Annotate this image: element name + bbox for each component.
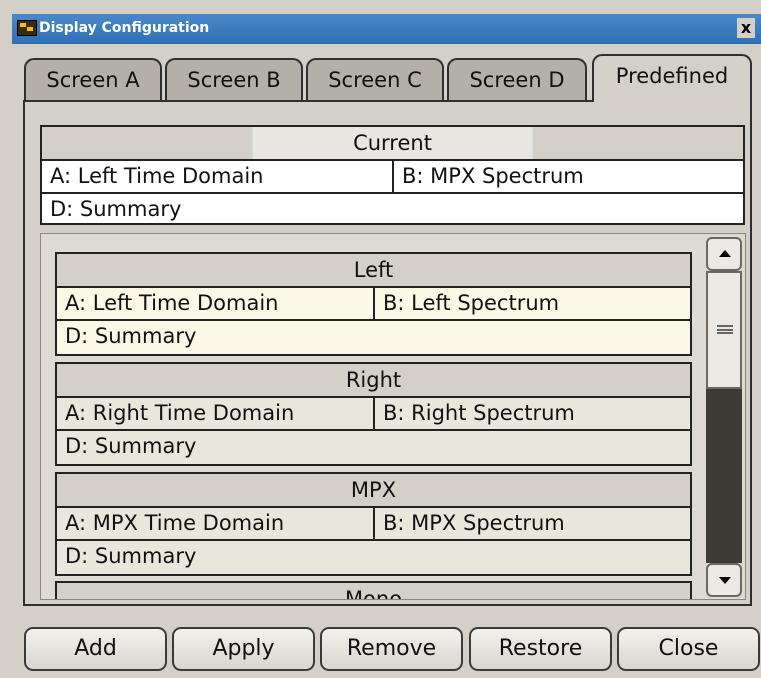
tab-screen-c[interactable]: Screen C: [306, 58, 444, 100]
list-scrollbar[interactable]: [706, 237, 742, 597]
item-screen-a: A: MPX Time Domain: [65, 511, 285, 535]
scroll-up-button[interactable]: [706, 237, 742, 271]
item-row-ab: A: Left Time Domain B: Left Spectrum: [57, 288, 690, 321]
item-screen-b: B: Left Spectrum: [373, 288, 559, 319]
close-button[interactable]: Close: [617, 627, 760, 671]
remove-button[interactable]: Remove: [320, 627, 463, 671]
item-row-d: D: Summary: [57, 321, 690, 352]
item-header: Mono: [57, 583, 690, 599]
scroll-track[interactable]: [706, 389, 742, 563]
item-row-ab: A: Right Time Domain B: Right Spectrum: [57, 398, 690, 431]
current-header: Current: [42, 127, 743, 161]
predefined-item-mpx[interactable]: MPX A: MPX Time Domain B: MPX Spectrum D…: [55, 472, 692, 576]
item-screen-a: A: Left Time Domain: [65, 291, 279, 315]
apply-button[interactable]: Apply: [172, 627, 315, 671]
predefined-item-left[interactable]: Left A: Left Time Domain B: Left Spectru…: [55, 252, 692, 356]
tab-screen-a[interactable]: Screen A: [24, 58, 162, 100]
current-screen-b: B: MPX Spectrum: [392, 161, 584, 192]
tab-screen-d[interactable]: Screen D: [447, 58, 587, 100]
item-screen-d: D: Summary: [65, 544, 197, 568]
arrow-up-icon: [719, 250, 731, 257]
item-row-ab: A: MPX Time Domain B: MPX Spectrum: [57, 508, 690, 541]
scroll-down-button[interactable]: [706, 563, 742, 597]
current-screen-a: A: Left Time Domain: [50, 164, 264, 188]
item-screen-b: B: MPX Spectrum: [373, 508, 565, 539]
item-screen-b: B: Right Spectrum: [373, 398, 575, 429]
current-row-d: D: Summary: [42, 194, 743, 225]
item-row-d: D: Summary: [57, 541, 690, 572]
add-button[interactable]: Add: [24, 627, 167, 671]
predefined-item-mono[interactable]: Mono: [55, 581, 692, 599]
item-row-d: D: Summary: [57, 431, 690, 462]
grip-icon: [717, 325, 733, 334]
scroll-thumb[interactable]: [706, 271, 742, 389]
tab-predefined[interactable]: Predefined: [592, 54, 752, 102]
arrow-down-icon: [719, 577, 731, 584]
restore-button[interactable]: Restore: [469, 627, 612, 671]
close-window-button[interactable]: x: [737, 18, 755, 38]
window-title: Display Configuration: [39, 20, 210, 36]
item-screen-d: D: Summary: [65, 324, 197, 348]
current-configuration: Current A: Left Time Domain B: MPX Spect…: [40, 125, 745, 225]
item-screen-d: D: Summary: [65, 434, 197, 458]
display-config-icon: [17, 20, 37, 36]
item-screen-a: A: Right Time Domain: [65, 401, 295, 425]
current-row-ab: A: Left Time Domain B: MPX Spectrum: [42, 161, 743, 194]
predefined-item-right[interactable]: Right A: Right Time Domain B: Right Spec…: [55, 362, 692, 466]
title-bar: Display Configuration x: [12, 14, 761, 44]
display-configuration-dialog: Display Configuration x Screen A Screen …: [0, 0, 761, 678]
item-header: MPX: [57, 474, 690, 508]
current-screen-d: D: Summary: [50, 197, 182, 221]
tab-screen-b[interactable]: Screen B: [165, 58, 303, 100]
item-header: Right: [57, 364, 690, 398]
predefined-list[interactable]: Left A: Left Time Domain B: Left Spectru…: [40, 233, 746, 600]
item-header: Left: [57, 254, 690, 288]
